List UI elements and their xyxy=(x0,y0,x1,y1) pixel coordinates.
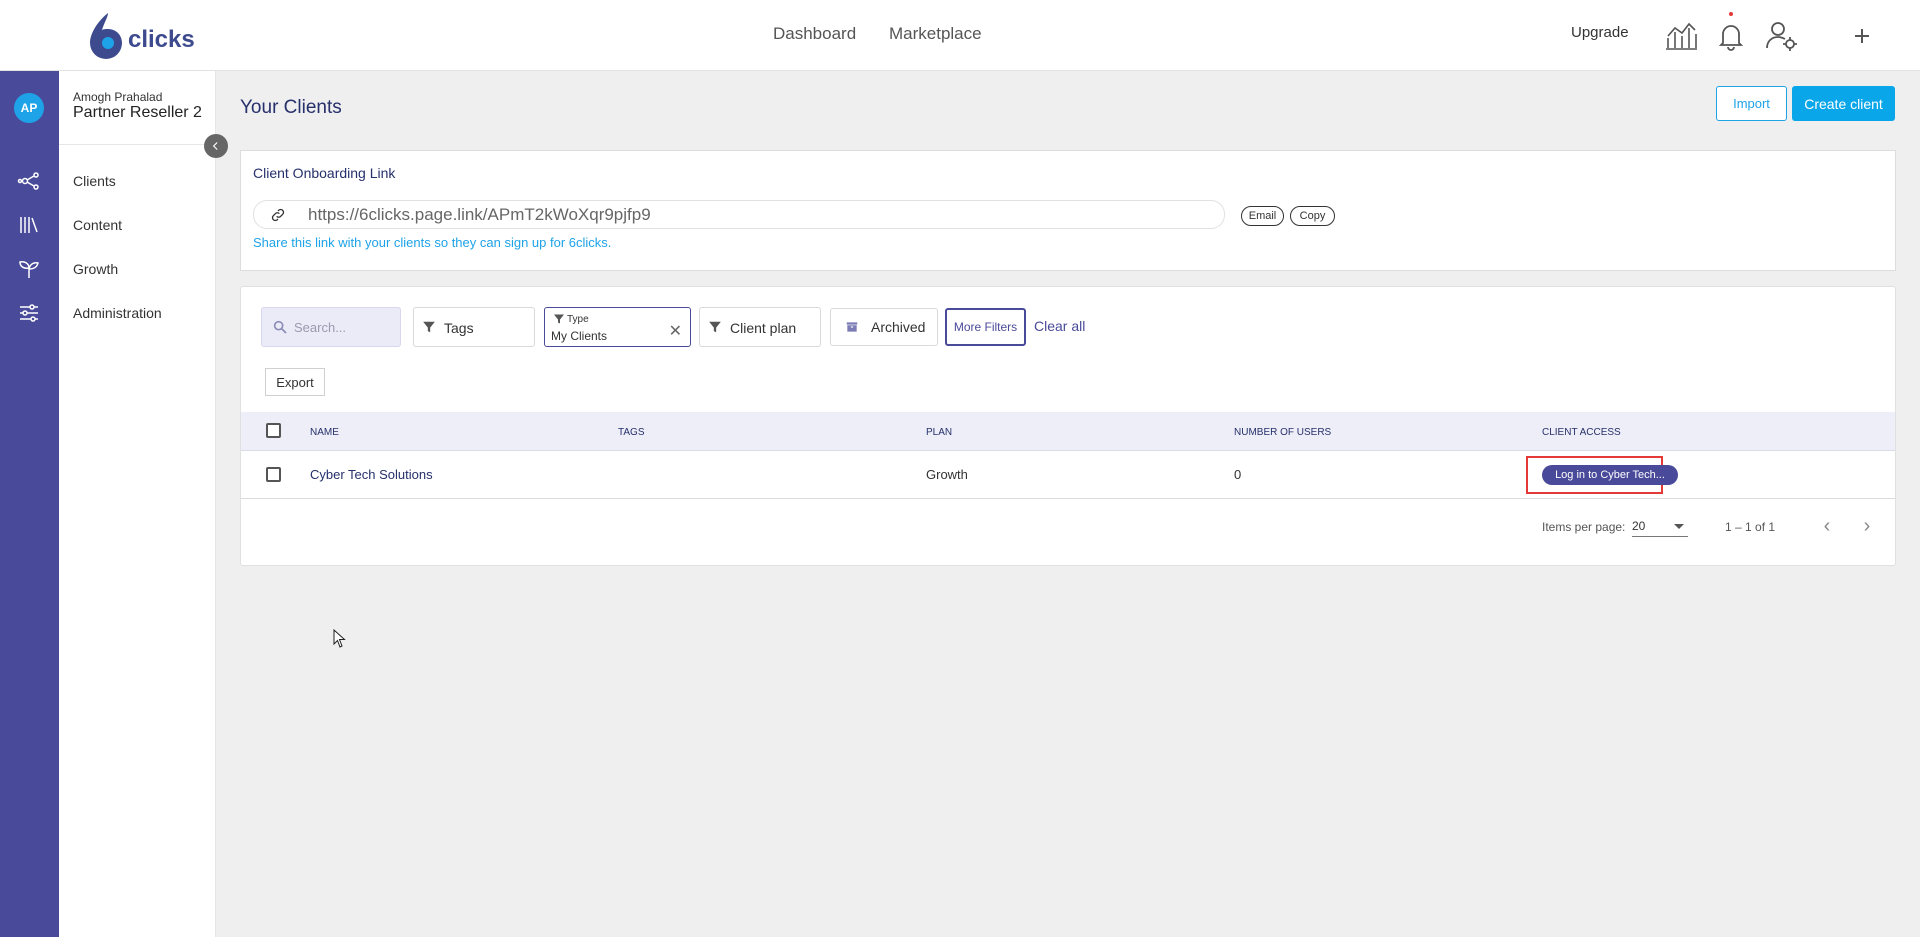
archive-icon xyxy=(846,322,858,332)
collapse-sidebar-button[interactable] xyxy=(204,134,228,158)
type-filter-value: My Clients xyxy=(551,329,608,343)
select-all-checkbox[interactable] xyxy=(266,423,281,438)
clients-table-card: Search... Tags Type My Clients ✕ Client … xyxy=(240,286,1896,566)
highlight-box: Log in to Cyber Tech... xyxy=(1526,456,1678,494)
onboarding-link-card: Client Onboarding Link https://6clicks.p… xyxy=(240,150,1896,271)
onboarding-title: Client Onboarding Link xyxy=(253,165,396,181)
caret-down-icon xyxy=(1674,524,1684,529)
avatar[interactable]: AP xyxy=(14,93,44,123)
column-header-tags[interactable]: TAGS xyxy=(618,427,644,438)
column-header-users[interactable]: NUMBER OF USERS xyxy=(1234,427,1331,438)
tags-filter-label: Tags xyxy=(444,320,474,336)
copy-button[interactable]: Copy xyxy=(1290,206,1335,226)
more-filters-button[interactable]: More Filters xyxy=(945,308,1026,346)
column-header-plan[interactable]: PLAN xyxy=(926,427,952,438)
org-name[interactable]: Partner Reseller 2 xyxy=(73,104,202,122)
clear-all-link[interactable]: Clear all xyxy=(1034,318,1085,334)
chevron-left-icon xyxy=(212,142,218,150)
logo-text: clicks xyxy=(128,26,195,53)
client-plan-filter-label: Client plan xyxy=(730,320,797,336)
divider xyxy=(59,144,216,145)
previous-page-icon[interactable]: ‹ xyxy=(1817,515,1837,537)
user-settings-icon[interactable] xyxy=(1764,18,1800,54)
sprout-icon[interactable] xyxy=(17,257,41,281)
plus-icon[interactable] xyxy=(1844,18,1880,54)
onboarding-link-field[interactable]: https://6clicks.page.link/APmT2kWoXqr9pj… xyxy=(253,200,1225,229)
import-button[interactable]: Import xyxy=(1716,86,1787,121)
filter-icon xyxy=(709,321,721,333)
client-plan: Growth xyxy=(926,467,968,482)
nav-dashboard[interactable]: Dashboard xyxy=(773,24,856,44)
next-page-icon[interactable]: › xyxy=(1857,515,1877,537)
email-button[interactable]: Email xyxy=(1241,206,1284,226)
notification-dot xyxy=(1729,12,1733,16)
archived-filter[interactable]: Archived xyxy=(830,308,938,346)
client-user-count: 0 xyxy=(1234,467,1242,482)
logo[interactable]: clicks xyxy=(88,10,195,60)
type-filter-label: Type xyxy=(567,314,589,325)
table-header: NAME TAGS PLAN NUMBER OF USERS CLIENT AC… xyxy=(241,412,1895,451)
clear-type-filter-icon[interactable]: ✕ xyxy=(669,321,682,341)
client-name-link[interactable]: Cyber Tech Solutions xyxy=(310,467,433,482)
table-row: Cyber Tech Solutions Growth 0 Log in to … xyxy=(241,451,1895,499)
create-client-button[interactable]: Create client xyxy=(1792,86,1895,121)
sidebar-item-clients[interactable]: Clients xyxy=(73,173,116,189)
column-header-name[interactable]: NAME xyxy=(310,427,339,438)
left-rail: AP xyxy=(0,71,59,937)
top-bar: clicks Dashboard Marketplace Upgrade xyxy=(0,0,1920,71)
bell-icon[interactable] xyxy=(1713,12,1749,54)
onboarding-url: https://6clicks.page.link/APmT2kWoXqr9pj… xyxy=(308,205,651,224)
column-header-client-access: CLIENT ACCESS xyxy=(1542,427,1621,438)
library-icon[interactable] xyxy=(17,213,41,237)
logo-icon xyxy=(88,11,124,59)
filter-icon xyxy=(554,314,564,324)
pagination-range: 1 – 1 of 1 xyxy=(1725,520,1776,534)
log-in-to-client-button[interactable]: Log in to Cyber Tech... xyxy=(1542,465,1678,485)
search-placeholder: Search... xyxy=(294,320,347,335)
sidebar-item-content[interactable]: Content xyxy=(73,217,122,233)
user-name: Amogh Prahalad xyxy=(73,90,163,104)
client-plan-filter[interactable]: Client plan xyxy=(699,307,821,347)
type-filter[interactable]: Type My Clients ✕ xyxy=(544,307,691,347)
row-checkbox[interactable] xyxy=(266,467,281,482)
items-per-page-select[interactable]: 20 xyxy=(1632,515,1688,537)
items-per-page-value: 20 xyxy=(1632,519,1646,533)
page-title: Your Clients xyxy=(240,97,342,118)
filter-icon xyxy=(423,321,435,333)
sidebar-item-growth[interactable]: Growth xyxy=(73,261,118,277)
nav-marketplace[interactable]: Marketplace xyxy=(889,24,982,44)
analytics-icon[interactable] xyxy=(1663,18,1699,54)
export-button[interactable]: Export xyxy=(265,368,325,396)
tags-filter[interactable]: Tags xyxy=(413,307,535,347)
side-menu: Amogh Prahalad Partner Reseller 2 Client… xyxy=(59,71,216,937)
items-per-page-label: Items per page: xyxy=(1542,520,1626,534)
upgrade-link[interactable]: Upgrade xyxy=(1571,24,1629,41)
sliders-icon[interactable] xyxy=(17,301,41,325)
mouse-cursor-icon xyxy=(333,629,346,648)
archived-filter-label: Archived xyxy=(871,319,926,335)
network-icon[interactable] xyxy=(17,169,41,193)
search-icon xyxy=(273,320,287,334)
search-input[interactable]: Search... xyxy=(261,307,401,347)
onboarding-hint: Share this link with your clients so the… xyxy=(253,235,612,250)
sidebar-item-administration[interactable]: Administration xyxy=(73,305,162,321)
link-icon xyxy=(271,208,285,222)
